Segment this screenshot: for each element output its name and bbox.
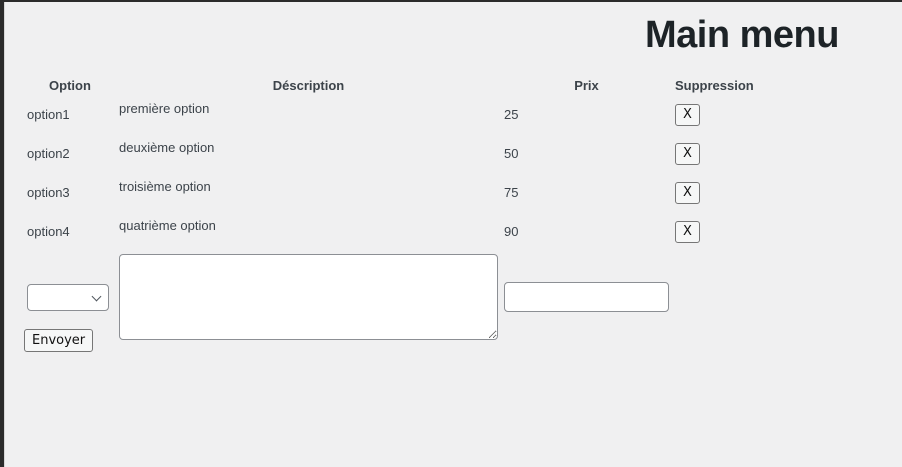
cell-prix-input [502,252,671,342]
cell-suppression: X [673,96,757,133]
cell-option: option4 [27,224,70,239]
table-row: option4 quatrième option 90 X [25,213,757,250]
cell-option: option3 [27,185,70,200]
cell-option: option1 [27,107,70,122]
header-option: Option [49,77,91,93]
delete-button[interactable]: X [675,142,700,165]
table-row: option1 première option 25 X [25,96,757,133]
chevron-down-icon [91,291,102,301]
cell-prix: 25 [504,107,519,122]
cell-suppression: X [673,174,757,211]
option-select[interactable] [27,283,109,311]
table-header-row: Option Déscription Prix Suppression [25,76,757,94]
cell-description: deuxième option [119,140,215,155]
options-table: Option Déscription Prix Suppression opti… [23,74,759,344]
cell-description: troisième option [119,179,211,194]
cell-suppression: X [673,135,757,172]
header-description: Déscription [272,77,345,93]
page-content: Main menu Option Déscription Prix Suppre… [4,2,902,467]
cell-prix: 50 [504,146,519,161]
new-option-form-row [25,252,757,342]
cell-description: première option [119,101,210,116]
table-row: option2 deuxième option 50 X [25,135,757,172]
cell-suppression: X [673,213,757,250]
cell-description: quatrième option [119,218,216,233]
delete-button[interactable]: X [675,181,700,204]
delete-button[interactable]: X [675,220,700,243]
submit-button[interactable]: Envoyer [24,329,94,352]
description-textarea[interactable] [119,254,498,340]
prix-input[interactable] [504,282,669,312]
cell-prix: 90 [504,224,519,239]
cell-description-input [117,252,500,342]
header-prix: Prix [574,77,599,93]
delete-button[interactable]: X [675,103,700,126]
page-title: Main menu [645,14,839,56]
cell-option: option2 [27,146,70,161]
table-row: option3 troisième option 75 X [25,174,757,211]
cell-prix: 75 [504,185,519,200]
header-suppression: Suppression [675,77,754,93]
cell-empty [673,252,757,342]
